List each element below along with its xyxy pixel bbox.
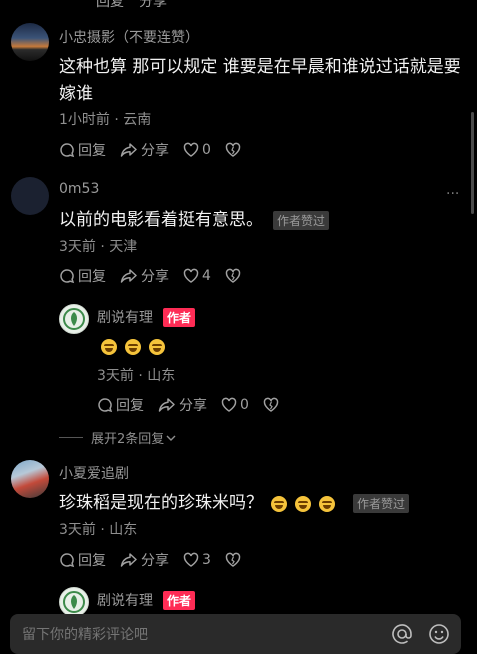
dislike-button[interactable] <box>263 395 279 415</box>
reply-button[interactable]: 回复 <box>97 395 144 415</box>
author-tag: 作者 <box>163 307 196 327</box>
emoji-picker-icon[interactable] <box>428 623 450 645</box>
comment-actions: 回复 分享 4 <box>59 266 241 286</box>
comment-bubble-icon <box>98 398 113 413</box>
broken-heart-icon <box>225 552 241 567</box>
reply-label: 回复 <box>78 269 106 285</box>
author-liked-badge: 作者赞过 <box>353 494 410 513</box>
like-count: 3 <box>202 552 211 568</box>
share-label: 分享 <box>179 398 207 414</box>
laughing-emoji-icon <box>101 339 117 355</box>
laughing-emoji-icon <box>125 339 141 355</box>
author-tag: 作者 <box>163 590 196 610</box>
comment-bubble-icon <box>60 143 75 158</box>
scrollbar[interactable] <box>471 112 474 214</box>
comment-username[interactable]: 0m53 <box>59 181 99 197</box>
broken-heart-icon <box>225 268 241 283</box>
comment-actions: 回复 分享 3 <box>59 550 241 570</box>
expand-replies-button[interactable]: 展开2条回复 <box>59 428 176 447</box>
comment-meta: 3天前 · 天津 <box>59 239 138 255</box>
more-options-icon[interactable]: ··· <box>446 186 459 202</box>
comment-username[interactable]: 小忠摄影（不要连赞） <box>59 27 199 47</box>
share-arrow-icon <box>120 269 137 283</box>
leaf-logo-icon <box>63 591 85 613</box>
divider-line <box>59 437 83 438</box>
dislike-button[interactable] <box>225 266 241 286</box>
heart-icon <box>183 268 199 283</box>
smiling-emoji-icon <box>271 495 287 512</box>
broken-heart-icon <box>263 397 279 412</box>
comment-text: 以前的电影看着挺有意思。 <box>59 210 263 230</box>
reply-label: 回复 <box>116 398 144 414</box>
comment-text-row: 珍珠稻是现在的珍珠米吗？ 作者赞过 <box>59 490 410 517</box>
like-count: 0 <box>202 142 211 158</box>
reply-button[interactable]: 回复 <box>59 266 106 286</box>
reply-header: 剧说有理 作者 <box>97 590 196 610</box>
share-button[interactable]: 分享 <box>120 140 169 160</box>
like-count: 4 <box>202 268 211 284</box>
comment-text: 这种也算 那可以规定 谁要是在早晨和谁说过话就是要嫁谁 <box>59 57 461 104</box>
avatar[interactable] <box>11 460 49 498</box>
comment-meta: 1小时前 · 云南 <box>59 112 152 128</box>
laughing-emoji-icon <box>149 339 165 355</box>
dislike-button[interactable] <box>225 140 241 160</box>
chevron-down-icon <box>166 435 176 441</box>
avatar[interactable] <box>11 23 49 61</box>
comment-meta: 3天前 · 山东 <box>59 522 138 538</box>
comment-input-bar[interactable] <box>10 614 461 654</box>
comment-bubble-icon <box>60 269 75 284</box>
share-button[interactable]: 分享 <box>120 550 169 570</box>
avatar[interactable] <box>11 177 49 215</box>
partial-share-label[interactable]: 分享 <box>139 0 167 11</box>
like-button[interactable]: 0 <box>221 395 249 415</box>
like-button[interactable]: 3 <box>183 550 211 570</box>
heart-icon <box>183 552 199 567</box>
author-avatar[interactable] <box>59 304 89 334</box>
broken-heart-icon <box>225 142 241 157</box>
reply-username[interactable]: 剧说有理 <box>97 307 153 327</box>
author-liked-badge: 作者赞过 <box>273 211 330 230</box>
share-label: 分享 <box>141 269 169 285</box>
share-arrow-icon <box>120 553 137 567</box>
reply-meta: 3天前 · 山东 <box>97 368 176 384</box>
dislike-button[interactable] <box>225 550 241 570</box>
share-button[interactable]: 分享 <box>120 266 169 286</box>
reply-button[interactable]: 回复 <box>59 550 106 570</box>
like-button[interactable]: 0 <box>183 140 211 160</box>
comment-bubble-icon <box>60 553 75 568</box>
author-avatar[interactable] <box>59 587 89 617</box>
smiling-emoji-icon <box>295 495 311 512</box>
share-arrow-icon <box>120 143 137 157</box>
reply-label: 回复 <box>78 143 106 159</box>
reply-username[interactable]: 剧说有理 <box>97 590 153 610</box>
share-button[interactable]: 分享 <box>158 395 207 415</box>
reply-label: 回复 <box>78 553 106 569</box>
leaf-logo-icon <box>63 308 85 330</box>
at-mention-icon[interactable] <box>391 623 413 645</box>
partial-actions-row: 回复 分享 <box>96 0 167 11</box>
like-count: 0 <box>240 397 249 413</box>
reply-button[interactable]: 回复 <box>59 140 106 160</box>
partial-reply-label[interactable]: 回复 <box>96 0 124 11</box>
heart-icon <box>221 397 237 412</box>
heart-icon <box>183 142 199 157</box>
reply-header: 剧说有理 作者 <box>97 307 196 327</box>
share-arrow-icon <box>158 398 175 412</box>
comment-actions: 回复 分享 0 <box>59 140 241 160</box>
smiling-emoji-icon <box>319 495 335 512</box>
comment-input[interactable] <box>20 622 364 648</box>
emoji-row <box>101 339 165 355</box>
share-label: 分享 <box>141 553 169 569</box>
like-button[interactable]: 4 <box>183 266 211 286</box>
comment-text: 珍珠稻是现在的珍珠米吗？ <box>59 493 263 513</box>
share-label: 分享 <box>141 143 169 159</box>
reply-actions: 回复 分享 0 <box>97 395 279 415</box>
comment-text-row: 以前的电影看着挺有意思。 作者赞过 <box>59 207 330 234</box>
comment-username[interactable]: 小夏爱追剧 <box>59 463 129 483</box>
expand-replies-label: 展开2条回复 <box>91 432 165 447</box>
